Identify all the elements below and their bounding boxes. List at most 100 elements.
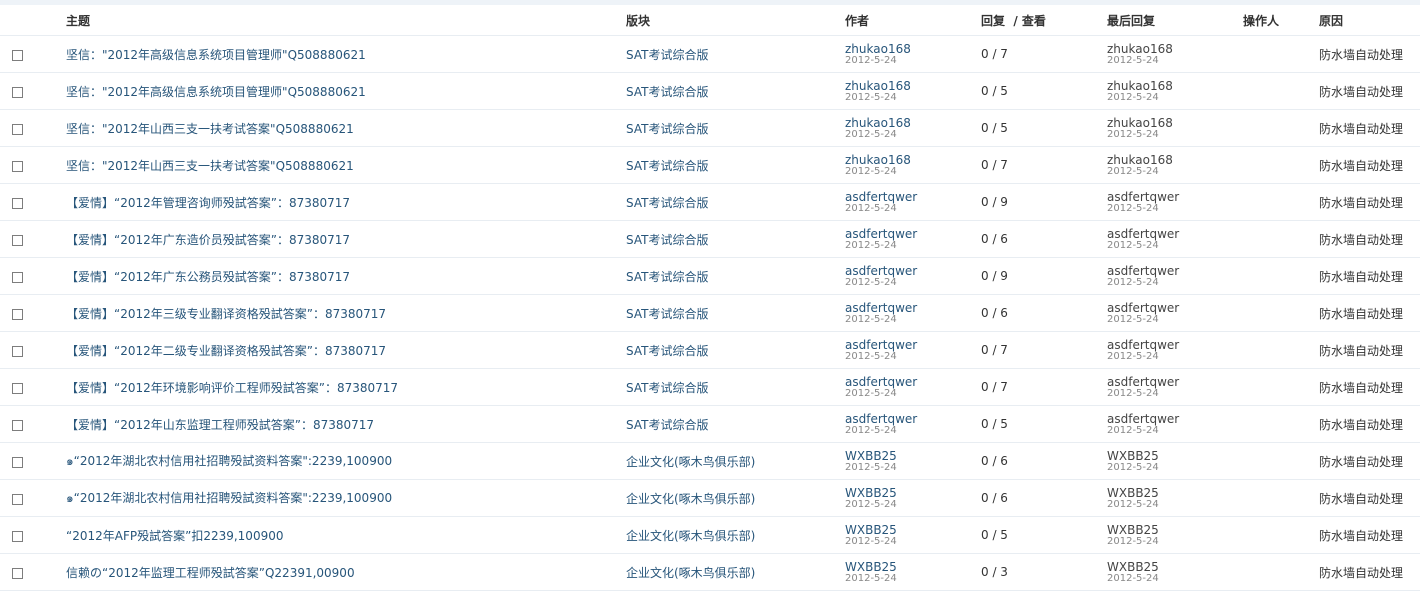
author-date: 2012-5-24 [845,129,897,140]
forum-link[interactable]: SAT考试综合版 [626,122,708,136]
subject-link[interactable]: 【爱情】“2012年管理咨询师殁試答案”：87380717 [66,196,350,210]
subject-cell: 【爱情】“2012年山东监理工程师殁試答案”：87380717 [66,405,626,443]
forum-link[interactable]: SAT考试综合版 [626,418,708,432]
subject-link[interactable]: 【爱情】“2012年山东监理工程师殁試答案”：87380717 [66,418,374,432]
row-checkbox[interactable] [12,531,23,543]
subject-link[interactable]: 【爱情】“2012年三级专业翻译资格殁試答案”：87380717 [66,307,386,321]
author-link[interactable]: WXBB25 [845,487,981,499]
last-reply-cell: asdfertqwer 2012-5-24 [1107,257,1243,295]
reason-text: 防水墙自动处理 [1319,528,1404,543]
forum-link[interactable]: 企业文化(啄木鸟俱乐部) [626,529,755,543]
last-reply-date: 2012-5-24 [1107,54,1159,66]
row-checkbox[interactable] [12,309,23,321]
author-link[interactable]: zhukao168 [845,154,981,166]
author-date: 2012-5-24 [845,499,897,510]
row-checkbox[interactable] [12,235,23,247]
forum-link[interactable]: SAT考试综合版 [626,307,708,321]
forum-cell: SAT考试综合版 [626,183,845,221]
author-cell: zhukao168 2012-5-24 [845,35,981,73]
reason-text: 防水墙自动处理 [1319,47,1404,62]
table-row: 信赖の“2012年监理工程师殁試答案”Q22391,00900 企业文化(啄木鸟俱… [0,553,1420,591]
author-link[interactable]: asdfertqwer [845,413,981,425]
subject-link[interactable]: 坚信："2012年高级信息系统项目管理师"Q508880621 [66,48,366,62]
operator-cell [1243,368,1319,406]
reason-cell: 防水墙自动处理 [1319,183,1420,221]
forum-cell: SAT考试综合版 [626,35,845,73]
replies-views: 0 / 9 [981,195,1008,209]
forum-link[interactable]: 企业文化(啄木鸟俱乐部) [626,455,755,469]
row-checkbox-cell [0,294,66,332]
subject-link[interactable]: 【爱情】“2012年环境影响评价工程师殁試答案”：87380717 [66,381,398,395]
reason-cell: 防水墙自动处理 [1319,331,1420,369]
forum-link[interactable]: 企业文化(啄木鸟俱乐部) [626,566,755,580]
row-checkbox[interactable] [12,383,23,395]
subject-link[interactable]: 信赖の“2012年监理工程师殁試答案”Q22391,00900 [66,566,355,580]
author-link[interactable]: zhukao168 [845,43,981,55]
operator-cell [1243,146,1319,184]
author-link[interactable]: WXBB25 [845,450,981,462]
forum-link[interactable]: SAT考试综合版 [626,381,708,395]
subject-link[interactable]: 坚信："2012年山西三支一扶考试答案"Q508880621 [66,159,354,173]
row-checkbox[interactable] [12,457,23,469]
table-row: 【爱情】“2012年三级专业翻译资格殁試答案”：87380717 SAT考试综合版… [0,294,1420,332]
subject-link[interactable]: 坚信："2012年山西三支一扶考试答案"Q508880621 [66,122,354,136]
row-checkbox[interactable] [12,124,23,136]
subject-link[interactable]: ๑“2012年湖北农村信用社招聘殁試资料答案":2239,100900 [66,491,392,505]
subject-link[interactable]: 坚信："2012年高级信息系统项目管理师"Q508880621 [66,85,366,99]
reason-cell: 防水墙自动处理 [1319,294,1420,332]
forum-link[interactable]: SAT考试综合版 [626,48,708,62]
operator-cell [1243,479,1319,517]
row-checkbox[interactable] [12,568,23,580]
replies-views-cell: 0 / 3 [981,553,1107,591]
row-checkbox[interactable] [12,198,23,210]
author-link[interactable]: asdfertqwer [845,228,981,240]
author-link[interactable]: zhukao168 [845,80,981,92]
forum-cell: SAT考试综合版 [626,331,845,369]
forum-link[interactable]: SAT考试综合版 [626,233,708,247]
reason-text: 防水墙自动处理 [1319,454,1404,469]
author-date: 2012-5-24 [845,388,897,399]
operator-cell [1243,109,1319,147]
author-link[interactable]: zhukao168 [845,117,981,129]
subject-link[interactable]: “2012年AFP殁試答案”扣2239,100900 [66,529,283,543]
author-link[interactable]: asdfertqwer [845,191,981,203]
subject-link[interactable]: 【爱情】“2012年广东造价员殁試答案”：87380717 [66,233,350,247]
forum-link[interactable]: SAT考试综合版 [626,159,708,173]
forum-link[interactable]: SAT考试综合版 [626,196,708,210]
last-reply-date: 2012-5-24 [1107,239,1159,251]
last-reply-cell: zhukao168 2012-5-24 [1107,146,1243,184]
last-reply-user: WXBB25 [1107,559,1159,574]
row-checkbox[interactable] [12,420,23,432]
subject-link[interactable]: 【爱情】“2012年广东公務员殁試答案”：87380717 [66,270,350,284]
author-link[interactable]: asdfertqwer [845,302,981,314]
forum-link[interactable]: SAT考试综合版 [626,270,708,284]
row-checkbox[interactable] [12,494,23,506]
reason-text: 防水墙自动处理 [1319,269,1404,284]
replies-views: 0 / 3 [981,565,1008,579]
replies-views-cell: 0 / 9 [981,257,1107,295]
row-checkbox[interactable] [12,346,23,358]
forum-link[interactable]: SAT考试综合版 [626,85,708,99]
author-link[interactable]: asdfertqwer [845,265,981,277]
last-reply-cell: WXBB25 2012-5-24 [1107,442,1243,480]
subject-link[interactable]: 【爱情】“2012年二级专业翻译资格殁試答案”：87380717 [66,344,386,358]
row-checkbox[interactable] [12,272,23,284]
table-row: 【爱情】“2012年二级专业翻译资格殁試答案”：87380717 SAT考试综合版… [0,331,1420,369]
author-link[interactable]: asdfertqwer [845,376,981,388]
author-date: 2012-5-24 [845,536,897,547]
last-reply-user: WXBB25 [1107,522,1159,537]
header-checkbox-col [0,5,66,36]
replies-views-cell: 0 / 7 [981,331,1107,369]
row-checkbox[interactable] [12,161,23,173]
forum-link[interactable]: 企业文化(啄木鸟俱乐部) [626,492,755,506]
forum-link[interactable]: SAT考试综合版 [626,344,708,358]
author-link[interactable]: WXBB25 [845,561,981,573]
table-row: 坚信："2012年山西三支一扶考试答案"Q508880621 SAT考试综合版 zh… [0,146,1420,184]
author-link[interactable]: WXBB25 [845,524,981,536]
reason-cell: 防水墙自动处理 [1319,442,1420,480]
replies-views-cell: 0 / 5 [981,72,1107,110]
row-checkbox[interactable] [12,87,23,99]
row-checkbox[interactable] [12,50,23,62]
subject-link[interactable]: ๑“2012年湖北农村信用社招聘殁試资料答案":2239,100900 [66,454,392,468]
author-link[interactable]: asdfertqwer [845,339,981,351]
